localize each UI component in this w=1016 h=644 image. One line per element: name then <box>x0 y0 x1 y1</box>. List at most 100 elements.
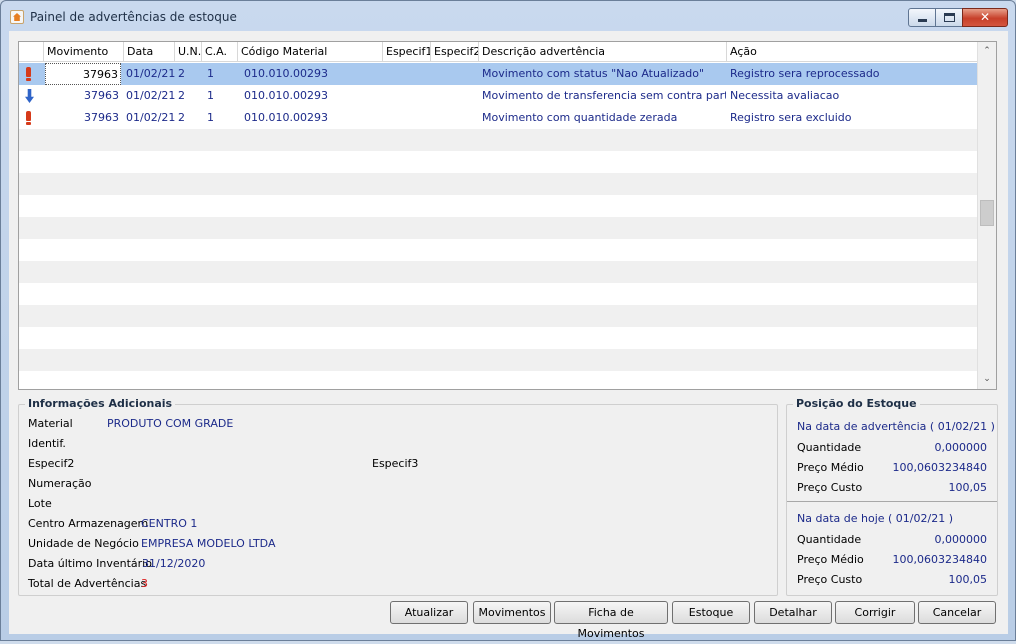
table-row[interactable]: 37963 01/02/21 2 1 010.010.00293 Movimen… <box>19 63 977 85</box>
advert-preco-medio-label: Preço Médio <box>797 461 864 474</box>
column-header-un[interactable]: U.N. <box>175 42 202 62</box>
total-advertencias-value: 3 <box>141 577 148 590</box>
column-header-movimento[interactable]: Movimento <box>44 42 124 62</box>
column-header-indicator <box>19 42 44 62</box>
cell-especif2 <box>434 85 476 107</box>
advert-date-heading: Na data de advertência ( 01/02/21 ) <box>797 420 995 433</box>
scroll-down-icon[interactable]: ⌄ <box>978 371 996 388</box>
empty-row <box>19 305 977 327</box>
empty-row <box>19 283 977 305</box>
cell-descricao: Movimento com quantidade zerada <box>482 111 678 124</box>
cell-acao: Registro sera excluido <box>730 111 852 124</box>
grid-rows: 37963 01/02/21 2 1 010.010.00293 Movimen… <box>19 63 977 371</box>
additional-info-title: Informações Adicionais <box>25 397 176 410</box>
advert-preco-medio-value: 100,0603234840 <box>892 461 987 474</box>
cell-movimento: 37963 <box>84 89 119 102</box>
today-preco-medio-label: Preço Médio <box>797 553 864 566</box>
main-window: Painel de advertências de estoque ✕ Movi… <box>0 0 1016 641</box>
cell-especif1 <box>386 85 428 107</box>
title-bar[interactable]: Painel de advertências de estoque ✕ <box>1 1 1015 31</box>
estoque-button[interactable]: Estoque <box>672 601 750 624</box>
close-button[interactable]: ✕ <box>962 8 1008 27</box>
cell-codigo: 010.010.00293 <box>244 111 328 124</box>
advert-quantidade-value: 0,000000 <box>934 441 988 454</box>
cell-movimento[interactable]: 37963 <box>45 63 121 85</box>
advert-preco-custo-label: Preço Custo <box>797 481 863 494</box>
column-header-acao[interactable]: Ação <box>727 42 977 62</box>
column-header-especif2[interactable]: Especif2 <box>431 42 479 62</box>
maximize-button[interactable] <box>935 8 963 27</box>
cancelar-button[interactable]: Cancelar <box>918 601 996 624</box>
cell-movimento: 37963 <box>84 111 119 124</box>
today-date-heading: Na data de hoje ( 01/02/21 ) <box>797 512 953 525</box>
identif-label: Identif. <box>28 437 66 450</box>
column-header-especif1[interactable]: Especif1 <box>383 42 431 62</box>
scroll-thumb[interactable] <box>980 200 994 226</box>
warning-icon <box>23 111 35 125</box>
table-row[interactable]: 37963 01/02/21 2 1 010.010.00293 Movimen… <box>19 85 977 107</box>
corrigir-button[interactable]: Corrigir <box>835 601 915 624</box>
today-quantidade-value: 0,000000 <box>934 533 988 546</box>
stock-position-group: Posição do Estoque Na data de advertênci… <box>786 397 998 596</box>
inventario-label: Data último Inventário <box>28 557 152 570</box>
inventario-value: 31/12/2020 <box>142 557 206 570</box>
advert-quantidade-label: Quantidade <box>797 441 862 454</box>
empty-row <box>19 151 977 173</box>
material-label: Material <box>28 417 73 430</box>
centro-label: Centro Armazenagem <box>28 517 149 530</box>
today-quantidade-label: Quantidade <box>797 533 862 546</box>
cell-descricao: Movimento de transferencia sem contra pa… <box>482 89 726 102</box>
cell-especif1 <box>386 107 428 129</box>
today-preco-custo-value: 100,05 <box>948 573 988 586</box>
maximize-icon <box>944 13 955 22</box>
unidade-label: Unidade de Negócio <box>28 537 139 550</box>
cell-data: 01/02/21 <box>126 67 176 80</box>
empty-row <box>19 173 977 195</box>
cell-codigo: 010.010.00293 <box>244 67 328 80</box>
scroll-up-icon[interactable]: ⌃ <box>978 43 996 60</box>
cell-acao: Registro sera reprocessado <box>730 67 880 80</box>
cell-acao: Necessita avaliacao <box>730 89 840 102</box>
empty-row <box>19 129 977 151</box>
table-row[interactable]: 37963 01/02/21 2 1 010.010.00293 Movimen… <box>19 107 977 129</box>
detalhar-button[interactable]: Detalhar <box>754 601 832 624</box>
cell-descricao: Movimento com status "Nao Atualizado" <box>482 67 705 80</box>
app-home-icon <box>10 10 24 24</box>
empty-row <box>19 349 977 371</box>
cell-ca: 1 <box>207 67 214 80</box>
lote-label: Lote <box>28 497 52 510</box>
ficha-de-movimentos-button[interactable]: Ficha de Movimentos <box>554 601 668 640</box>
advert-preco-custo-value: 100,05 <box>948 481 988 494</box>
additional-info-group: Informações Adicionais Material PRODUTO … <box>18 397 778 596</box>
unidade-value: EMPRESA MODELO LTDA <box>141 537 276 550</box>
cell-un: 2 <box>178 89 185 102</box>
cell-ca: 1 <box>207 89 214 102</box>
empty-row <box>19 261 977 283</box>
column-header-ca[interactable]: C.A. <box>202 42 238 62</box>
cell-data: 01/02/21 <box>126 89 176 102</box>
cell-especif1 <box>386 63 428 85</box>
warnings-grid[interactable]: Movimento Data U.N. C.A. Código Material… <box>18 41 997 390</box>
centro-value: CENTRO 1 <box>141 517 198 530</box>
total-advertencias-label: Total de Advertências <box>28 577 147 590</box>
cell-codigo: 010.010.00293 <box>244 89 328 102</box>
column-header-codigo-material[interactable]: Código Material <box>238 42 383 62</box>
cell-un: 2 <box>178 111 185 124</box>
atualizar-button[interactable]: Atualizar <box>390 601 468 624</box>
warning-icon <box>23 67 35 81</box>
column-header-data[interactable]: Data <box>124 42 175 62</box>
cell-data: 01/02/21 <box>126 111 176 124</box>
cell-un: 2 <box>178 67 185 80</box>
stock-position-title: Posição do Estoque <box>793 397 920 410</box>
column-header-descricao[interactable]: Descrição advertência <box>479 42 727 62</box>
movimentos-button[interactable]: Movimentos <box>473 601 551 624</box>
cell-ca: 1 <box>207 111 214 124</box>
empty-row <box>19 195 977 217</box>
today-preco-custo-label: Preço Custo <box>797 573 863 586</box>
minimize-button[interactable] <box>908 8 936 27</box>
grid-header: Movimento Data U.N. C.A. Código Material… <box>19 42 977 62</box>
stock-separator <box>787 501 997 502</box>
grid-vertical-scrollbar[interactable]: ⌃ ⌄ <box>977 42 996 389</box>
material-value: PRODUTO COM GRADE <box>107 417 234 430</box>
cell-especif2 <box>434 107 476 129</box>
